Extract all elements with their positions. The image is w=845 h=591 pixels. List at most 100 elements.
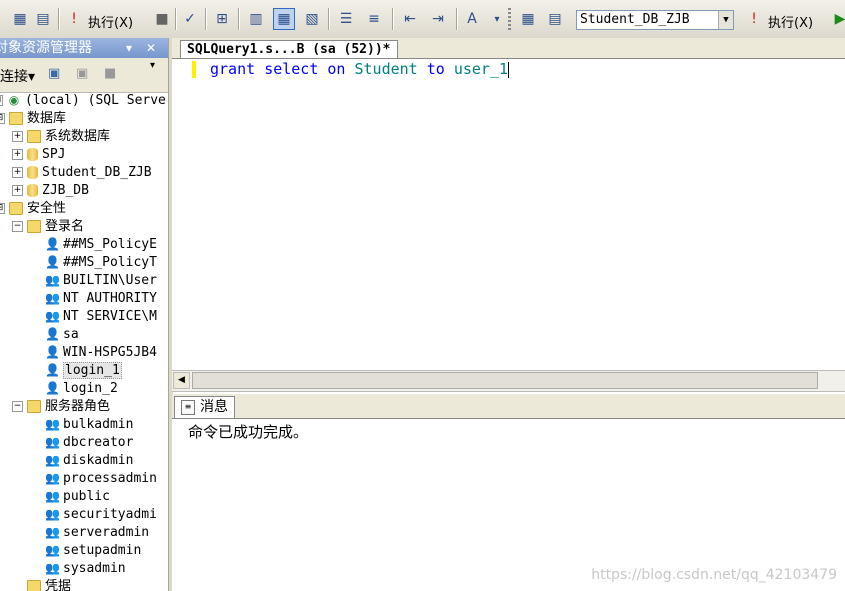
collapse-icon[interactable]: ⊟ xyxy=(0,95,3,106)
tree-item[interactable]: − 服务器角色 xyxy=(12,398,110,416)
execute-button[interactable]: 执行(X) xyxy=(88,12,133,31)
tree-item-label: NT AUTHORITY xyxy=(63,291,157,306)
tree-item[interactable]: 👥 BUILTIN\User xyxy=(30,272,157,290)
close-icon[interactable]: ✕ xyxy=(146,38,156,58)
tree-item[interactable]: 👥 public xyxy=(30,488,110,506)
toolbar-grip[interactable] xyxy=(508,8,511,30)
folder-icon xyxy=(27,580,41,591)
toolbar-separator xyxy=(238,8,240,30)
results-to-grid-icon[interactable]: ▦ xyxy=(273,8,295,30)
tree-item-label: login_2 xyxy=(63,381,118,396)
database-select-value: Student_DB_ZJB xyxy=(580,12,690,27)
tree-item[interactable]: 👥 setupadmin xyxy=(30,542,141,560)
role-icon: 👥 xyxy=(45,525,60,539)
chevron-down-icon[interactable]: ▼ xyxy=(718,11,733,29)
tree-item-label: securityadmi xyxy=(63,507,157,522)
results-to-text-icon[interactable]: ▥ xyxy=(246,9,266,29)
decrease-indent-icon[interactable]: ⇤ xyxy=(400,9,420,29)
connect-button[interactable]: 连接▾ xyxy=(0,66,35,86)
tree-item[interactable]: 👥 NT AUTHORITY xyxy=(30,290,157,308)
tree-item[interactable]: 👤 ##MS_PolicyT xyxy=(30,254,157,272)
toolbar-overflow-icon[interactable]: ▾ xyxy=(487,9,507,29)
group-login-icon: 👥 xyxy=(45,291,60,305)
query-options-icon[interactable]: ▤ xyxy=(33,9,53,29)
expand-icon[interactable]: + xyxy=(12,131,23,142)
object-explorer-title: 对象资源管理器 xyxy=(0,40,92,56)
folder-icon xyxy=(27,220,41,233)
tree-item[interactable]: 凭据 xyxy=(12,578,71,591)
tab-sqlquery1[interactable]: SQLQuery1.s...B (sa (52))* xyxy=(180,40,398,59)
disconnect-icon[interactable]: ▣ xyxy=(76,66,92,82)
results-grid-icon[interactable]: ▦ xyxy=(10,9,30,29)
keyword-grant: grant xyxy=(210,60,256,78)
messages-pane[interactable]: 命令已成功完成。 https://blog.csdn.net/qq_421034… xyxy=(172,419,845,591)
collapse-icon[interactable]: ⊟ xyxy=(0,113,5,124)
tree-item[interactable]: 👤 ##MS_PolicyE xyxy=(30,236,157,254)
scrollbar-thumb[interactable] xyxy=(192,372,818,389)
tree-item[interactable]: 👤 WIN-HSPG5JB4 xyxy=(30,344,157,362)
role-icon: 👥 xyxy=(45,471,60,485)
tree-item[interactable]: 👥 securityadmi xyxy=(30,506,157,524)
tree-item[interactable]: 👥 bulkadmin xyxy=(30,416,133,434)
change-connection-icon[interactable]: ▤ xyxy=(545,9,565,29)
folder-icon xyxy=(9,202,23,215)
expand-icon[interactable]: + xyxy=(12,185,23,196)
tree-item-label: WIN-HSPG5JB4 xyxy=(63,345,157,360)
query-editor[interactable]: grant select on Student to user_1 xyxy=(172,58,845,371)
tree-item-label: processadmin xyxy=(63,471,157,486)
tree-item[interactable]: + 系统数据库 xyxy=(12,128,110,146)
code-line-1[interactable]: grant select on Student to user_1 xyxy=(210,59,510,79)
stop-icon[interactable]: ■ xyxy=(104,66,120,82)
tree-item[interactable]: 👥 dbcreator xyxy=(30,434,133,452)
results-to-file-icon[interactable]: ▧ xyxy=(302,9,322,29)
toolbar-overflow-icon[interactable]: ▾ xyxy=(150,60,166,76)
tree-item[interactable]: 👥 sysadmin xyxy=(30,560,126,578)
tree-item[interactable]: 👥 serveradmin xyxy=(30,524,149,542)
tree-item-label: BUILTIN\User xyxy=(63,273,157,288)
horizontal-scrollbar[interactable]: ◀ xyxy=(172,370,845,392)
estimated-plan-icon[interactable]: ⊞ xyxy=(212,9,232,29)
execute-icon[interactable]: ! xyxy=(64,9,84,29)
execute-icon[interactable]: ! xyxy=(744,9,764,29)
debug-play-icon[interactable]: ▶ xyxy=(830,9,845,29)
comment-icon[interactable]: ☰ xyxy=(336,9,356,29)
tree-item[interactable]: ⊟ 数据库 xyxy=(0,110,66,128)
toolbar-separator xyxy=(328,8,330,30)
collapse-icon[interactable]: − xyxy=(12,221,23,232)
user-identifier: user_1 xyxy=(453,60,509,78)
tree-item[interactable]: ⊟ 安全性 xyxy=(0,200,66,218)
tree-item[interactable]: 👥 processadmin xyxy=(30,470,157,488)
login-disabled-icon: 👤 xyxy=(45,237,60,251)
tree-item[interactable]: 👤 sa xyxy=(30,326,79,344)
execute-button[interactable]: 执行(X) xyxy=(768,12,813,31)
expand-icon[interactable]: + xyxy=(12,167,23,178)
tree-item[interactable]: + SPJ xyxy=(12,146,65,164)
database-select[interactable]: Student_DB_ZJB ▼ xyxy=(576,10,734,30)
role-icon: 👥 xyxy=(45,453,60,467)
tree-item[interactable]: 👤 login_2 xyxy=(30,380,118,398)
specify-values-icon[interactable]: A xyxy=(462,9,482,29)
connect-icon[interactable]: ▣ xyxy=(48,66,64,82)
expand-icon[interactable]: + xyxy=(12,149,23,160)
uncomment-icon[interactable]: ≡ xyxy=(364,9,384,29)
collapse-icon[interactable]: − xyxy=(12,401,23,412)
tab-messages[interactable]: ≡ 消息 xyxy=(174,396,235,418)
object-explorer-icon[interactable]: ▦ xyxy=(518,9,538,29)
tree-item[interactable]: + Student_DB_ZJB xyxy=(12,164,152,182)
tree-item-label: ZJB_DB xyxy=(42,183,89,198)
scroll-left-icon[interactable]: ◀ xyxy=(173,372,190,389)
parse-icon[interactable]: ✓ xyxy=(180,9,200,29)
pin-dropdown-icon[interactable]: ▾ xyxy=(126,38,132,58)
tree-item[interactable]: + ZJB_DB xyxy=(12,182,89,200)
tree-item-label: bulkadmin xyxy=(63,417,134,432)
tree-item[interactable]: 👥 diskadmin xyxy=(30,452,133,470)
tree-item[interactable]: ⊟ ◉ (local) (SQL Server xyxy=(0,92,168,110)
tree-item[interactable]: 👥 NT SERVICE\M xyxy=(30,308,157,326)
tree-item[interactable]: 👤 login_1 xyxy=(30,362,122,380)
stop-icon[interactable]: ■ xyxy=(152,9,172,29)
role-icon: 👥 xyxy=(45,435,60,449)
tree-item[interactable]: − 登录名 xyxy=(12,218,84,236)
collapse-icon[interactable]: ⊟ xyxy=(0,203,5,214)
increase-indent-icon[interactable]: ⇥ xyxy=(428,9,448,29)
keyword-on: on xyxy=(327,60,346,78)
